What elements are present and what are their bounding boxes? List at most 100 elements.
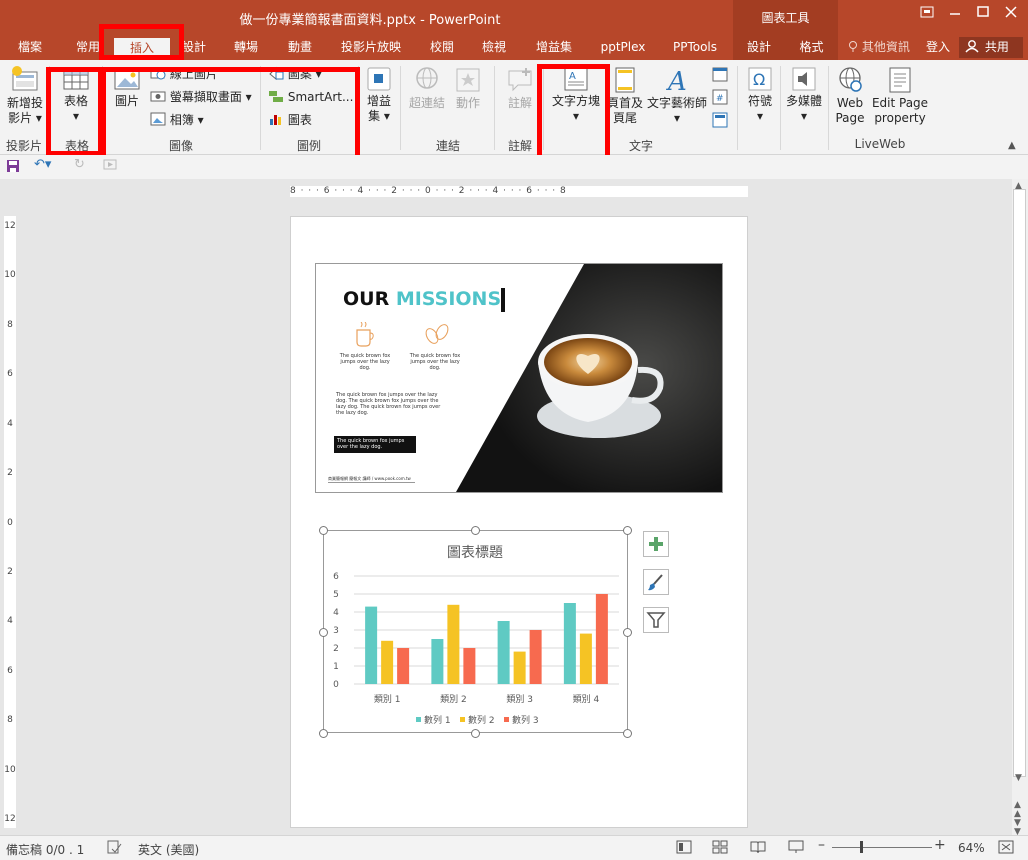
- language-indicator[interactable]: 英文 (美國): [138, 841, 199, 858]
- edit-page-label-1: Edit Page: [871, 96, 929, 110]
- group-label-links: 連結: [435, 139, 460, 153]
- chart-y-tick-label: 6: [333, 572, 339, 582]
- header-footer-button[interactable]: 頁首及 頁尾: [606, 66, 644, 126]
- slide-heading-accent: MISSIONS: [395, 288, 502, 310]
- resize-handle-w[interactable]: [319, 628, 328, 637]
- tab-view[interactable]: 檢視: [472, 36, 516, 60]
- icon-caption-1: The quick brown fox jumps over the lazy …: [339, 353, 391, 371]
- icon-caption-2: The quick brown fox jumps over the lazy …: [409, 353, 461, 371]
- new-slide-label-2: 影片: [8, 111, 33, 125]
- zoom-out-button[interactable]: –: [818, 837, 825, 853]
- slide-sorter-icon[interactable]: [712, 840, 728, 857]
- paintbrush-icon: [648, 574, 663, 591]
- maximize-button[interactable]: [972, 4, 994, 24]
- chart-elements-button[interactable]: [643, 531, 669, 557]
- vertical-ruler-label: 4: [7, 616, 13, 627]
- hyperlink-button[interactable]: 超連結: [406, 66, 448, 111]
- object-icon[interactable]: [712, 112, 728, 131]
- web-page-label-2: Page: [835, 111, 865, 125]
- reading-view-icon[interactable]: [750, 840, 766, 857]
- symbols-button[interactable]: Ω 符號 ▾: [742, 66, 778, 124]
- zoom-level[interactable]: 64%: [958, 841, 985, 855]
- scroll-down-icon[interactable]: ▼: [1015, 773, 1022, 783]
- date-time-icon[interactable]: [712, 66, 728, 85]
- svg-text:#: #: [716, 94, 724, 104]
- quick-access-toolbar: ↶▾ ↻: [0, 155, 1028, 179]
- spellcheck-icon[interactable]: [106, 840, 122, 857]
- resize-handle-n[interactable]: [471, 526, 480, 535]
- tab-pptools[interactable]: PPTools: [664, 36, 726, 60]
- share-button[interactable]: 共用: [959, 37, 1023, 58]
- close-button[interactable]: [1000, 4, 1022, 24]
- svg-text:Ω: Ω: [753, 70, 765, 89]
- slide-number-icon[interactable]: #: [712, 89, 728, 108]
- resize-handle-s[interactable]: [471, 729, 480, 738]
- resize-handle-sw[interactable]: [319, 729, 328, 738]
- chart-styles-button[interactable]: [643, 569, 669, 595]
- action-button[interactable]: 動作: [450, 66, 486, 111]
- start-from-beginning-icon[interactable]: [102, 158, 118, 175]
- highlight-insert-tab: [99, 24, 184, 60]
- previous-slide-icon[interactable]: ▲ ▲: [1014, 801, 1021, 819]
- vertical-ruler-label: 6: [7, 665, 13, 676]
- new-slide-button[interactable]: 新增投 影片 ▾: [4, 64, 46, 126]
- chart-y-tick-label: 2: [333, 644, 339, 654]
- scroll-thumb[interactable]: [1013, 189, 1026, 777]
- tab-slideshow[interactable]: 投影片放映: [336, 36, 406, 60]
- notes-page-indicator[interactable]: 備忘稿 0/0 . 1: [6, 841, 84, 858]
- chart-y-tick-label: 5: [333, 590, 339, 600]
- chart-object[interactable]: 圖表標題 0 1 2 3 4 5 6 類別 1 類別 2 類別 3 類別 4 數列 1 數列 2 數列 3: [323, 530, 628, 733]
- sign-in-link[interactable]: 登入: [926, 36, 950, 58]
- fit-to-window-icon[interactable]: [998, 840, 1014, 857]
- tab-transitions[interactable]: 轉場: [224, 36, 268, 60]
- tell-me-search[interactable]: 其他資訊: [848, 36, 910, 60]
- chart-y-tick-label: 4: [333, 608, 339, 618]
- zoom-in-button[interactable]: +: [934, 837, 946, 853]
- web-page-button[interactable]: Web Page: [832, 66, 868, 126]
- tab-chart-format[interactable]: 格式: [785, 36, 838, 60]
- action-label: 動作: [455, 96, 480, 110]
- chart-x-tick-label: 類別 4: [573, 694, 600, 705]
- collapse-ribbon-icon[interactable]: ▲: [1008, 140, 1016, 151]
- comment-button[interactable]: 註解: [500, 66, 540, 111]
- redo-icon[interactable]: ↻: [74, 157, 85, 172]
- chart-bar: [447, 604, 460, 684]
- group-label-liveweb: LiveWeb: [854, 137, 906, 151]
- resize-handle-e[interactable]: [623, 628, 632, 637]
- slide-image[interactable]: OUR MISSIONS The quick brown fox jumps o…: [315, 263, 723, 493]
- tab-review[interactable]: 校閱: [420, 36, 464, 60]
- wordart-button[interactable]: A 文字藝術師 ▾: [646, 66, 708, 126]
- chart-legend-label: 數列 3: [512, 714, 539, 726]
- vertical-ruler-label: 0: [7, 517, 13, 528]
- resize-handle-ne[interactable]: [623, 526, 632, 535]
- vertical-ruler-label: 12: [4, 814, 16, 824]
- addins-button[interactable]: 增益 集 ▾: [362, 66, 396, 124]
- resize-handle-se[interactable]: [623, 729, 632, 738]
- chart-y-tick-label: 3: [333, 626, 339, 636]
- tab-addins[interactable]: 增益集: [528, 36, 580, 60]
- vertical-scrollbar[interactable]: ▲ ▼ ▲ ▲ ▼ ▼: [1012, 179, 1028, 837]
- group-label-slides: 投影片: [5, 139, 42, 153]
- ribbon-separator: [737, 66, 738, 150]
- chart-legend-swatch: [416, 717, 421, 722]
- edit-page-label-2: property: [874, 111, 926, 125]
- resize-handle-nw[interactable]: [319, 526, 328, 535]
- plus-icon: [649, 537, 663, 551]
- tab-chart-design[interactable]: 設計: [733, 36, 785, 60]
- edit-page-property-button[interactable]: Edit Page property: [868, 66, 932, 126]
- chart-filters-button[interactable]: [643, 607, 669, 633]
- chevron-down-icon: ▾: [673, 111, 681, 125]
- zoom-slider-thumb[interactable]: [860, 841, 863, 853]
- zoom-slider-track[interactable]: [832, 847, 932, 848]
- save-icon[interactable]: [6, 159, 20, 176]
- minimize-button[interactable]: [944, 4, 966, 24]
- coffee-beans-icon: [425, 324, 449, 344]
- tab-pptplex[interactable]: pptPlex: [594, 36, 652, 60]
- normal-view-icon[interactable]: [676, 840, 692, 857]
- tab-animations[interactable]: 動畫: [278, 36, 322, 60]
- undo-icon[interactable]: ↶▾: [34, 157, 51, 172]
- tab-file[interactable]: 檔案: [8, 36, 52, 60]
- ribbon-display-options-icon[interactable]: [916, 4, 938, 24]
- media-button[interactable]: 多媒體 ▾: [784, 66, 824, 124]
- slideshow-view-icon[interactable]: [788, 840, 804, 857]
